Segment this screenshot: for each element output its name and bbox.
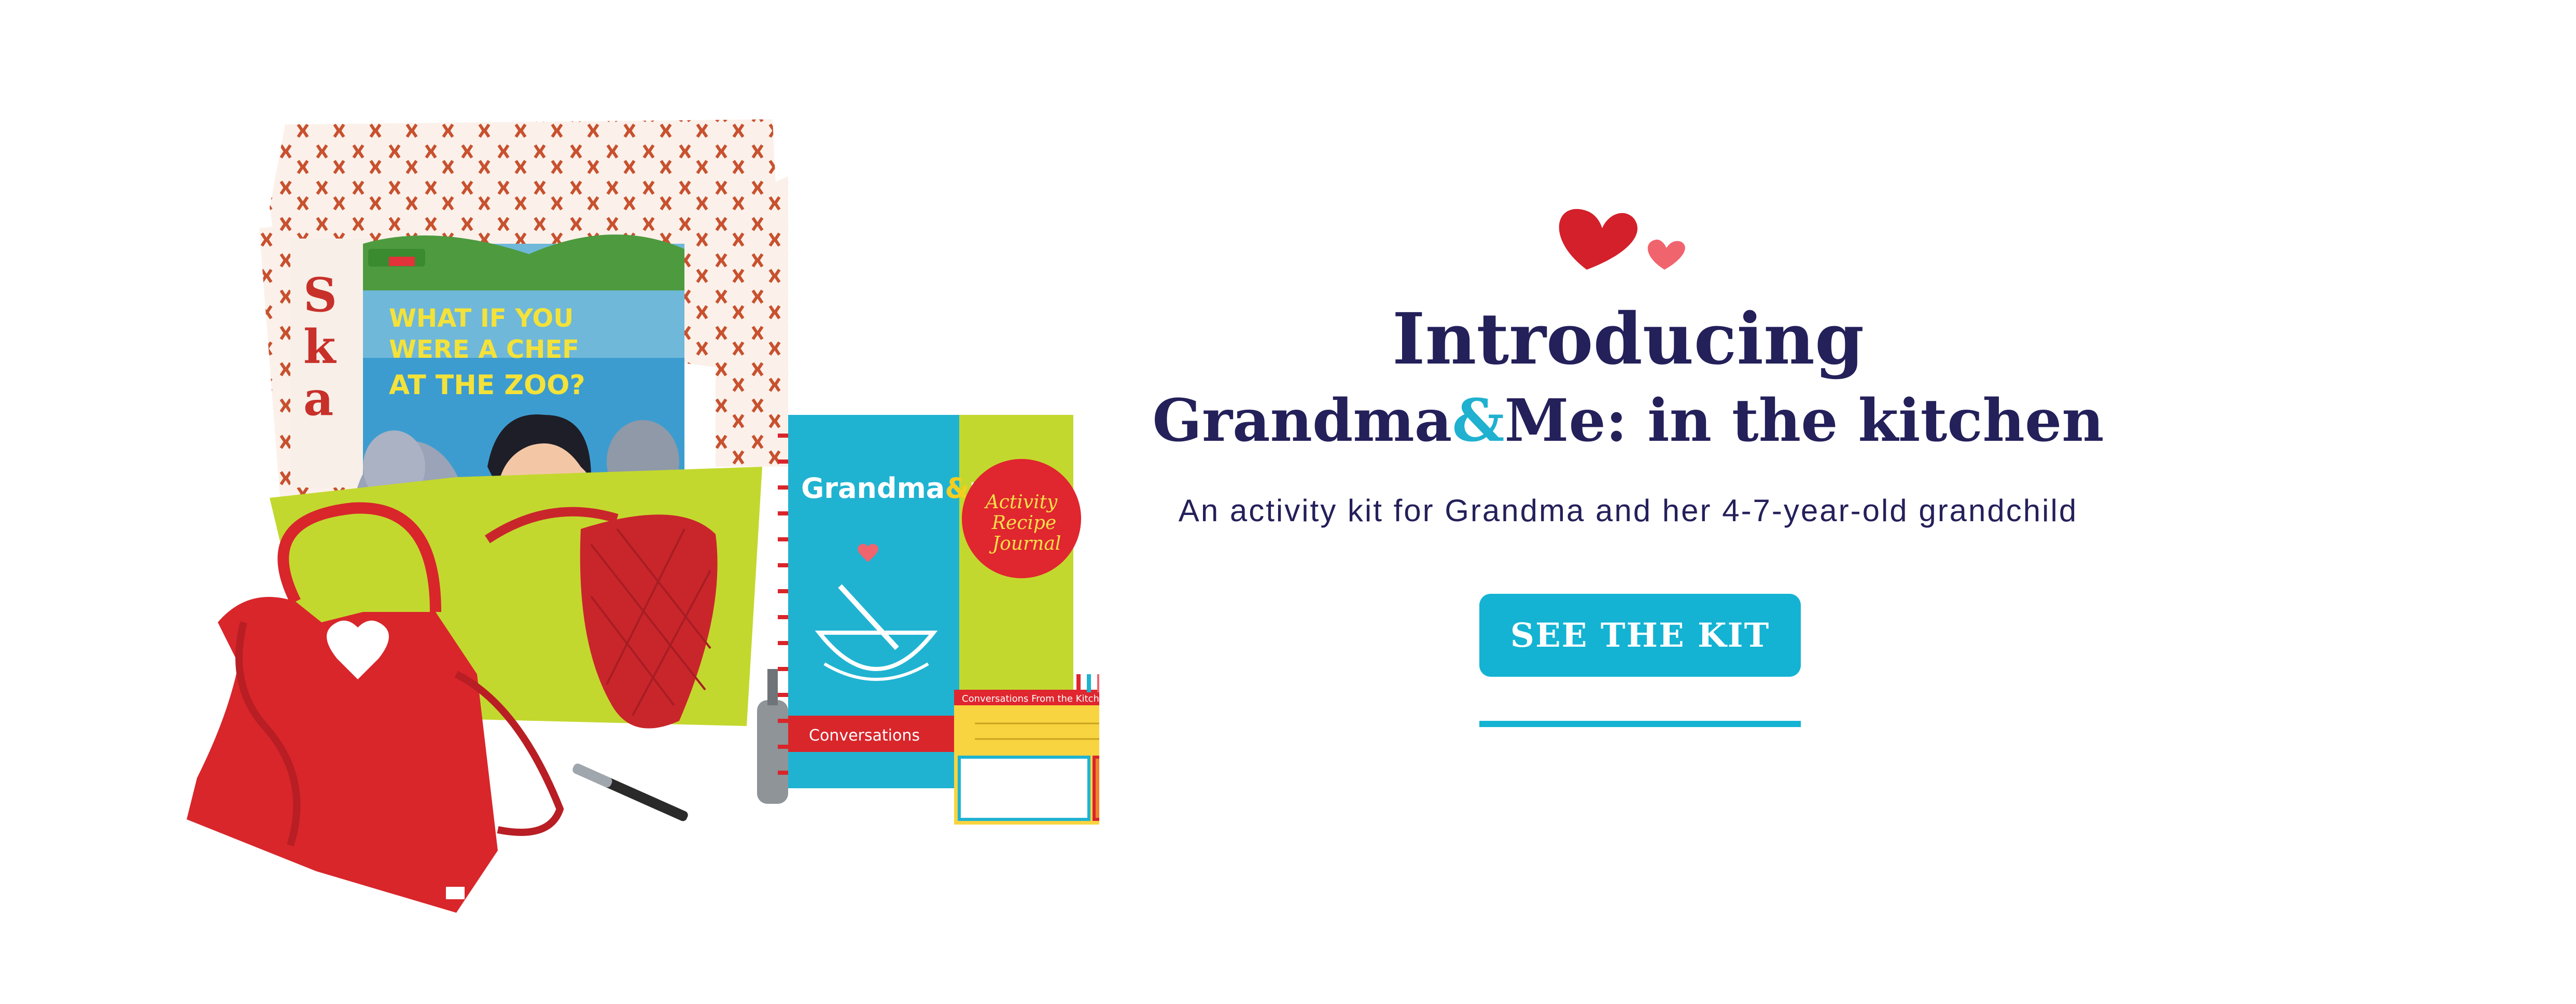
see-the-kit-button[interactable]: SEE THE KIT [1479, 594, 1801, 677]
book-title-line1: WHAT IF YOU [389, 304, 573, 333]
svg-text:k: k [303, 319, 337, 374]
journal-badge-line2: Recipe [991, 512, 1056, 534]
book-title-line3: AT THE ZOO? [389, 370, 585, 401]
journal-badge-line1: Activity [984, 492, 1058, 513]
promo-section: Introducing Grandma&Me: in the kitchen A… [1110, 197, 2147, 768]
headline: Introducing [1392, 298, 1865, 381]
conversation-card: Conversations From the Kitchen [954, 674, 1099, 825]
product-kit-image: S k a WHAT IF YOU WERE A CHEF AT THE ZOO… [166, 104, 1099, 933]
journal-footer: Conversations [809, 727, 920, 745]
kit-description: An activity kit for Grandma and her 4-7-… [1178, 493, 2078, 528]
book-title-line2: WERE A CHEF [389, 335, 579, 364]
squeeze-bottle [757, 669, 788, 804]
journal-brand-part1: Grandma [801, 472, 945, 505]
subheadline: Grandma&Me: in the kitchen [1110, 389, 2147, 453]
journal-badge-line3: Journal [989, 533, 1061, 554]
subheadline-ampersand: & [1452, 387, 1505, 455]
hearts-icon [1559, 208, 1685, 270]
subheadline-part1: Grandma [1152, 387, 1452, 455]
card-header: Conversations From the Kitchen [962, 693, 1099, 704]
hero-banner: S k a WHAT IF YOU WERE A CHEF AT THE ZOO… [0, 0, 2576, 1004]
svg-text:S: S [303, 268, 337, 323]
svg-text:a: a [303, 371, 333, 426]
marker-pen [572, 763, 688, 821]
cta-underline [1479, 721, 1801, 727]
subheadline-part2: Me: in the kitchen [1504, 387, 2104, 455]
